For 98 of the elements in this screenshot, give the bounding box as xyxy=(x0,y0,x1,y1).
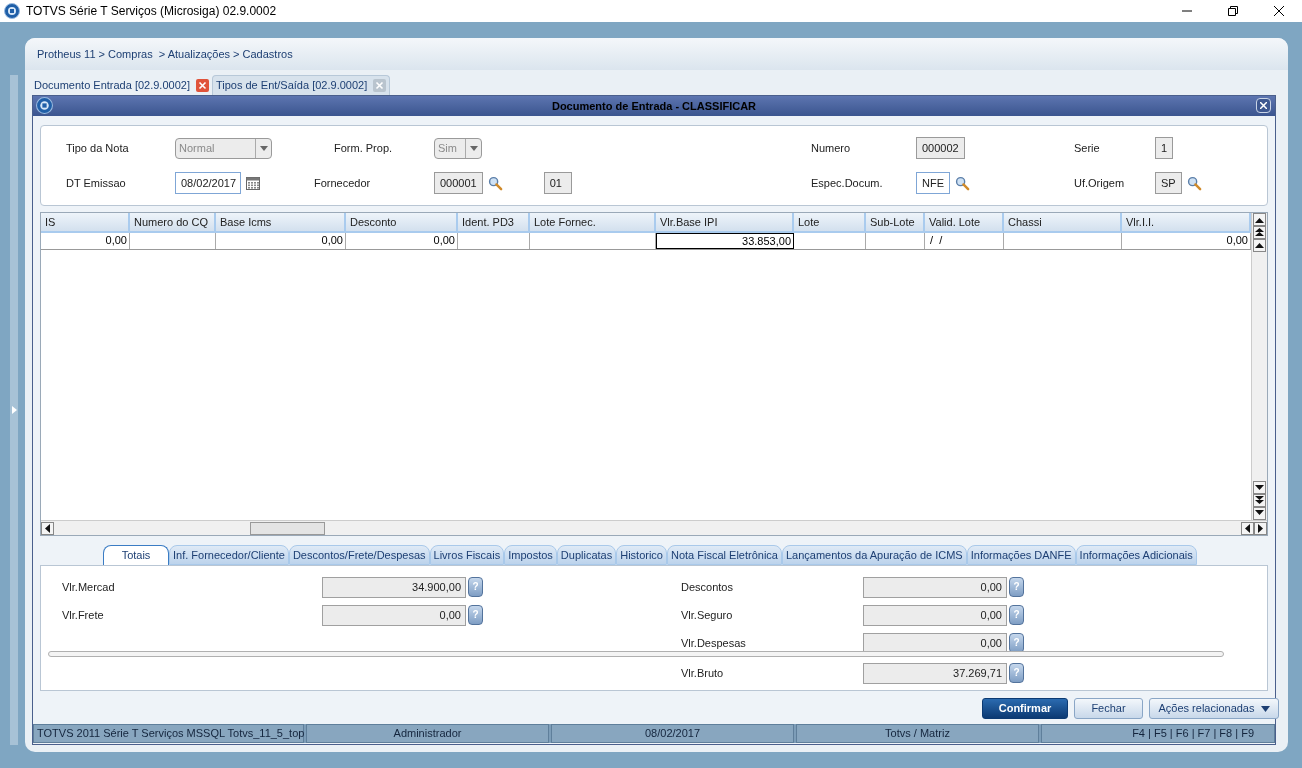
column-header[interactable]: Lote xyxy=(794,213,866,233)
folder-tab[interactable]: Descontos/Frete/Despesas xyxy=(288,545,430,565)
folder-tab[interactable]: Duplicatas xyxy=(556,545,617,565)
status-segment: Totvs / Matriz xyxy=(796,724,1039,743)
value-field: 0,00 xyxy=(322,604,466,626)
field-label: Vlr.Frete xyxy=(62,607,105,623)
table-cell: / / xyxy=(925,233,1004,249)
field-label: Tipo da Nota xyxy=(66,140,130,156)
column-header[interactable]: Valid. Lote xyxy=(925,213,1004,233)
scroll-up-button[interactable] xyxy=(1253,239,1266,252)
input-field[interactable]: NFE xyxy=(916,172,950,194)
close-icon xyxy=(1260,102,1267,109)
folder-tab[interactable]: Totais xyxy=(103,545,169,565)
restore-icon xyxy=(1228,6,1238,16)
action-button[interactable]: Confirmar xyxy=(982,698,1068,719)
table-cell: 0,00 xyxy=(216,233,346,249)
scrollbar-thumb[interactable] xyxy=(250,521,325,535)
column-header[interactable]: Desconto xyxy=(346,213,458,233)
status-segment: F4 | F5 | F6 | F7 | F8 | F9 xyxy=(1041,724,1275,743)
field-label: Serie xyxy=(1074,140,1101,156)
close-icon xyxy=(1274,6,1284,16)
caret-icon xyxy=(469,145,478,151)
scroll-down-button[interactable] xyxy=(1253,481,1266,494)
field-label: Form. Prop. xyxy=(333,140,394,156)
tab[interactable]: Tipos de Ent/Saída [02.9.0002] xyxy=(211,75,391,95)
table-cell: 33.853,00 xyxy=(656,233,794,249)
column-header[interactable]: Lote Fornec. xyxy=(530,213,656,233)
input-field[interactable]: 000002 xyxy=(916,137,965,159)
arrow-icon xyxy=(1255,483,1264,492)
column-header[interactable]: IS xyxy=(41,213,130,233)
table-cell: 0,00 xyxy=(346,233,458,249)
dialog-close-button[interactable] xyxy=(1256,98,1271,113)
field-label: Vlr.Despesas xyxy=(681,635,747,651)
window-title: TOTVS Série T Serviços (Microsiga) 02.9.0002 xyxy=(26,3,277,20)
search-icon[interactable] xyxy=(955,175,970,191)
arrow-icon xyxy=(1255,241,1264,250)
arrow-icon xyxy=(1255,496,1264,505)
column-header[interactable]: Vlr.I.I. xyxy=(1122,213,1251,233)
status-segment: Administrador xyxy=(306,724,549,743)
caret-icon xyxy=(1260,705,1270,712)
search-icon[interactable] xyxy=(487,175,503,191)
folder-tab[interactable]: Lançamentos da Apuração de ICMS xyxy=(782,545,967,565)
arrow-icon xyxy=(1255,215,1264,224)
field-label: Numero xyxy=(811,140,852,156)
arrow-icon xyxy=(43,523,52,533)
folder-tab[interactable]: Informações Adicionais xyxy=(1075,545,1197,565)
field-label: Vlr.Mercad xyxy=(62,579,116,595)
value-field: 0,00 xyxy=(863,576,1007,598)
folder-tab[interactable]: Livros Fiscais xyxy=(429,545,505,565)
input-field[interactable]: 08/02/2017 xyxy=(175,172,241,194)
actions-menu-button[interactable]: Ações relacionadas xyxy=(1149,698,1279,719)
value-field: 34.900,00 xyxy=(322,576,466,598)
column-header[interactable]: Base Icms xyxy=(216,213,346,233)
folder-tab[interactable]: Informações DANFE xyxy=(966,545,1076,565)
dialog-title: Documento de Entrada - CLASSIFICAR xyxy=(551,98,757,114)
folder-tab[interactable]: Nota Fiscal Eletrônica xyxy=(667,545,782,565)
search-icon[interactable] xyxy=(1186,175,1202,191)
app-logo-icon xyxy=(36,97,53,114)
field-label: Uf.Origem xyxy=(1074,175,1126,191)
input-field[interactable]: 000001 xyxy=(434,172,483,194)
column-header[interactable]: Chassi xyxy=(1004,213,1122,233)
input-field[interactable]: SP xyxy=(1155,172,1182,194)
calendar-icon[interactable] xyxy=(246,176,260,190)
value-field: 0,00 xyxy=(863,604,1007,626)
input-field[interactable]: 01 xyxy=(543,172,572,194)
scroll-top-button[interactable] xyxy=(1253,213,1266,226)
value-field: 0,00 xyxy=(863,632,1007,654)
field-label: Fornecedor xyxy=(314,175,372,191)
field-label: Vlr.Bruto xyxy=(681,665,725,681)
scroll-left-button[interactable] xyxy=(1241,521,1254,535)
field-label: Vlr.Seguro xyxy=(681,607,734,623)
folder-tab[interactable]: Inf. Fornecedor/Cliente xyxy=(169,545,289,565)
page-up-button[interactable] xyxy=(1253,226,1266,239)
table-cell: 0,00 xyxy=(41,233,130,249)
input-field[interactable]: 1 xyxy=(1155,137,1174,159)
arrow-icon xyxy=(1255,509,1264,518)
column-header[interactable]: Numero do CQ xyxy=(130,213,216,233)
breadcrumb: Protheus 11 > Compras > Atualizações > Cadastros xyxy=(37,46,293,62)
status-segment: TOTVS 2011 Série T Serviços MSSQL Totvs_11_5_top xyxy=(33,724,304,743)
scroll-right-button[interactable] xyxy=(1254,521,1267,535)
column-header[interactable]: Sub-Lote xyxy=(866,213,925,233)
scroll-bottom-button[interactable] xyxy=(1253,507,1266,520)
scroll-left-button[interactable] xyxy=(41,521,54,535)
app-logo-icon xyxy=(4,3,20,19)
status-segment: 08/02/2017 xyxy=(551,724,794,743)
folder-tab[interactable]: Impostos xyxy=(504,545,557,565)
arrow-icon xyxy=(1255,228,1264,237)
field-label: DT Emissao xyxy=(66,175,127,191)
caret-icon xyxy=(259,145,268,151)
action-button[interactable]: Fechar xyxy=(1074,698,1143,719)
field-label: Espec.Docum. xyxy=(811,175,884,191)
value-field: 37.269,71 xyxy=(863,662,1007,684)
close-tab-icon[interactable] xyxy=(195,78,209,92)
column-header[interactable]: Vlr.Base IPI xyxy=(656,213,794,233)
column-header[interactable]: Ident. PD3 xyxy=(458,213,530,233)
folder-tab[interactable]: Historico xyxy=(616,545,667,565)
field-label: Descontos xyxy=(681,579,734,595)
page-down-button[interactable] xyxy=(1253,494,1266,507)
